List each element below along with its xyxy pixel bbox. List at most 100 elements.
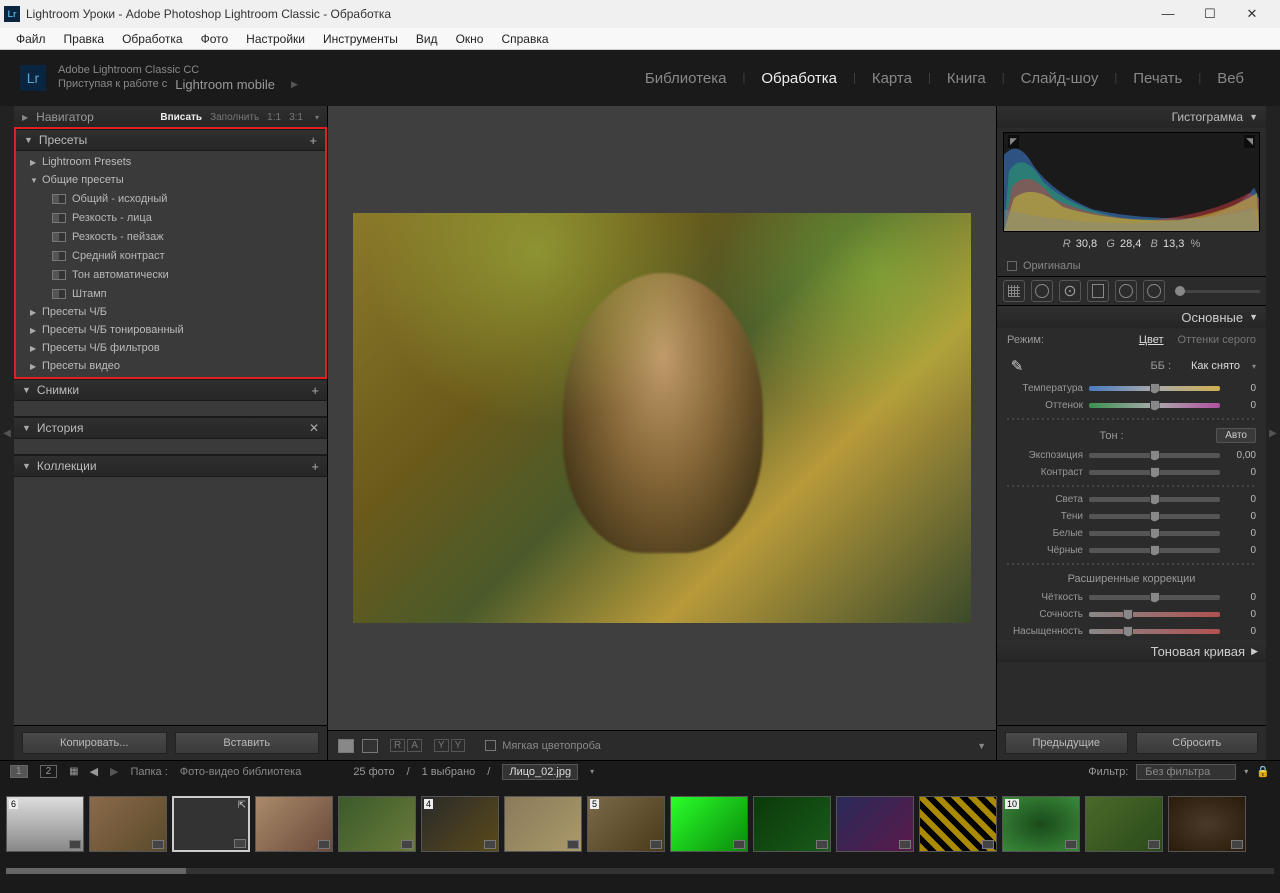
- zoom-3:1[interactable]: 3:1: [289, 112, 303, 123]
- previous-button[interactable]: Предыдущие: [1005, 732, 1128, 754]
- thumbnail[interactable]: 4: [421, 796, 499, 852]
- shadow-clip-icon[interactable]: ◤: [1008, 135, 1019, 148]
- tint-slider[interactable]: Оттенок 0: [997, 397, 1266, 414]
- originals-checkbox[interactable]: Оригиналы: [997, 256, 1266, 276]
- lightroom-mobile-link[interactable]: Lightroom mobile: [175, 77, 275, 93]
- compare-mode-buttons-2[interactable]: YY: [434, 739, 465, 752]
- left-collapse-handle[interactable]: ◀: [0, 106, 14, 760]
- temperature-slider[interactable]: Температура 0: [997, 380, 1266, 397]
- module-Библиотека[interactable]: Библиотека: [629, 70, 743, 87]
- brush-tool[interactable]: [1143, 280, 1165, 302]
- auto-tone-button[interactable]: Авто: [1216, 428, 1256, 443]
- thumbnail[interactable]: [836, 796, 914, 852]
- blacks-slider[interactable]: Чёрные0: [997, 542, 1266, 559]
- thumbnail[interactable]: [670, 796, 748, 852]
- flag-icon[interactable]: [567, 840, 579, 849]
- menu-фото[interactable]: Фото: [193, 30, 237, 48]
- filter-lock-icon[interactable]: 🔒: [1256, 765, 1270, 778]
- flag-icon[interactable]: [816, 840, 828, 849]
- flag-icon[interactable]: [318, 840, 330, 849]
- exposure-slider[interactable]: Экспозиция0,00: [997, 447, 1266, 464]
- minimize-button[interactable]: —: [1154, 6, 1182, 22]
- preset-item[interactable]: Резкость - лица: [16, 208, 325, 227]
- folder-path[interactable]: Фото-видео библиотека: [180, 766, 302, 778]
- menu-инструменты[interactable]: Инструменты: [315, 30, 406, 48]
- filmstrip-scrollbar[interactable]: [0, 868, 1280, 880]
- toolbar-menu[interactable]: ▼: [977, 741, 986, 751]
- saturation-slider[interactable]: Насыщенность0: [997, 623, 1266, 640]
- highlight-clip-icon[interactable]: ◥: [1244, 135, 1255, 148]
- thumbnail[interactable]: 6: [6, 796, 84, 852]
- flag-icon[interactable]: [650, 840, 662, 849]
- image-viewport[interactable]: [328, 106, 996, 730]
- wb-preset-dropdown[interactable]: Как снято: [1191, 360, 1240, 372]
- chevron-down-icon[interactable]: ▾: [590, 767, 594, 776]
- preset-item[interactable]: Резкость - пейзаж: [16, 227, 325, 246]
- thumbnail[interactable]: [89, 796, 167, 852]
- flag-icon[interactable]: [484, 840, 496, 849]
- thumbnail[interactable]: [753, 796, 831, 852]
- color-mode[interactable]: Цвет: [1139, 334, 1164, 346]
- menu-настройки[interactable]: Настройки: [238, 30, 313, 48]
- flag-icon[interactable]: [1065, 840, 1077, 849]
- thumbnail[interactable]: [338, 796, 416, 852]
- tool-slider[interactable]: [1175, 290, 1260, 293]
- vibrance-slider[interactable]: Сочность0: [997, 606, 1266, 623]
- crop-tool[interactable]: [1003, 280, 1025, 302]
- thumbnail[interactable]: [1168, 796, 1246, 852]
- preset-item[interactable]: Общий - исходный: [16, 189, 325, 208]
- redeye-tool[interactable]: [1059, 280, 1081, 302]
- preset-item[interactable]: Штамп: [16, 284, 325, 303]
- copy-button[interactable]: Копировать...: [22, 732, 167, 754]
- before-after-button[interactable]: [362, 739, 378, 753]
- zoom-Заполнить[interactable]: Заполнить: [210, 112, 259, 123]
- screen-1-button[interactable]: 1: [10, 765, 28, 778]
- preset-folder[interactable]: ▶Пресеты Ч/Б фильтров: [16, 339, 325, 357]
- contrast-slider[interactable]: Контраст0: [997, 464, 1266, 481]
- flag-icon[interactable]: [982, 840, 994, 849]
- preset-folder[interactable]: ▶Пресеты видео: [16, 357, 325, 375]
- flag-icon[interactable]: [733, 840, 745, 849]
- add-preset-button[interactable]: +: [309, 133, 317, 148]
- flag-icon[interactable]: [401, 840, 413, 849]
- collections-header[interactable]: ▼ Коллекции +: [14, 455, 327, 477]
- radial-tool[interactable]: [1115, 280, 1137, 302]
- maximize-button[interactable]: ☐: [1196, 6, 1224, 22]
- thumbnail[interactable]: 10: [1002, 796, 1080, 852]
- filename-field[interactable]: Лицо_02.jpg: [502, 764, 578, 780]
- menu-правка[interactable]: Правка: [56, 30, 113, 48]
- zoom-Вписать[interactable]: Вписать: [160, 112, 202, 123]
- preset-item[interactable]: Тон автоматически: [16, 265, 325, 284]
- history-scrollbar[interactable]: [14, 439, 327, 455]
- flag-icon[interactable]: [899, 840, 911, 849]
- nav-back-icon[interactable]: ◀: [90, 765, 98, 778]
- thumbnail[interactable]: [919, 796, 997, 852]
- snapshots-header[interactable]: ▼ Снимки +: [14, 379, 327, 401]
- whites-slider[interactable]: Белые0: [997, 525, 1266, 542]
- flag-icon[interactable]: [69, 840, 81, 849]
- module-Веб[interactable]: Веб: [1201, 70, 1260, 87]
- paste-button[interactable]: Вставить: [175, 732, 320, 754]
- chevron-down-icon[interactable]: ▾: [1252, 362, 1256, 371]
- tone-curve-header[interactable]: Тоновая кривая ▶: [997, 640, 1266, 662]
- menu-вид[interactable]: Вид: [408, 30, 446, 48]
- chevron-down-icon[interactable]: ▾: [315, 113, 319, 122]
- history-header[interactable]: ▼ История ✕: [14, 417, 327, 439]
- gradient-tool[interactable]: [1087, 280, 1109, 302]
- add-collection-button[interactable]: +: [311, 459, 319, 474]
- screen-2-button[interactable]: 2: [40, 765, 58, 778]
- thumbnail[interactable]: 5: [587, 796, 665, 852]
- menu-окно[interactable]: Окно: [448, 30, 492, 48]
- thumbnail[interactable]: [1085, 796, 1163, 852]
- preset-folder[interactable]: ▶Пресеты Ч/Б: [16, 303, 325, 321]
- loupe-view-button[interactable]: [338, 739, 354, 753]
- preset-folder[interactable]: ▼Общие пресеты: [16, 171, 325, 189]
- gray-mode[interactable]: Оттенки серого: [1178, 334, 1256, 346]
- clear-history-button[interactable]: ✕: [309, 421, 319, 435]
- highlights-slider[interactable]: Света0: [997, 491, 1266, 508]
- softproof-toggle[interactable]: Мягкая цветопроба: [485, 740, 600, 752]
- filter-dropdown[interactable]: Без фильтра: [1136, 764, 1236, 780]
- thumbnail[interactable]: [504, 796, 582, 852]
- spot-tool[interactable]: [1031, 280, 1053, 302]
- preset-item[interactable]: Средний контраст: [16, 246, 325, 265]
